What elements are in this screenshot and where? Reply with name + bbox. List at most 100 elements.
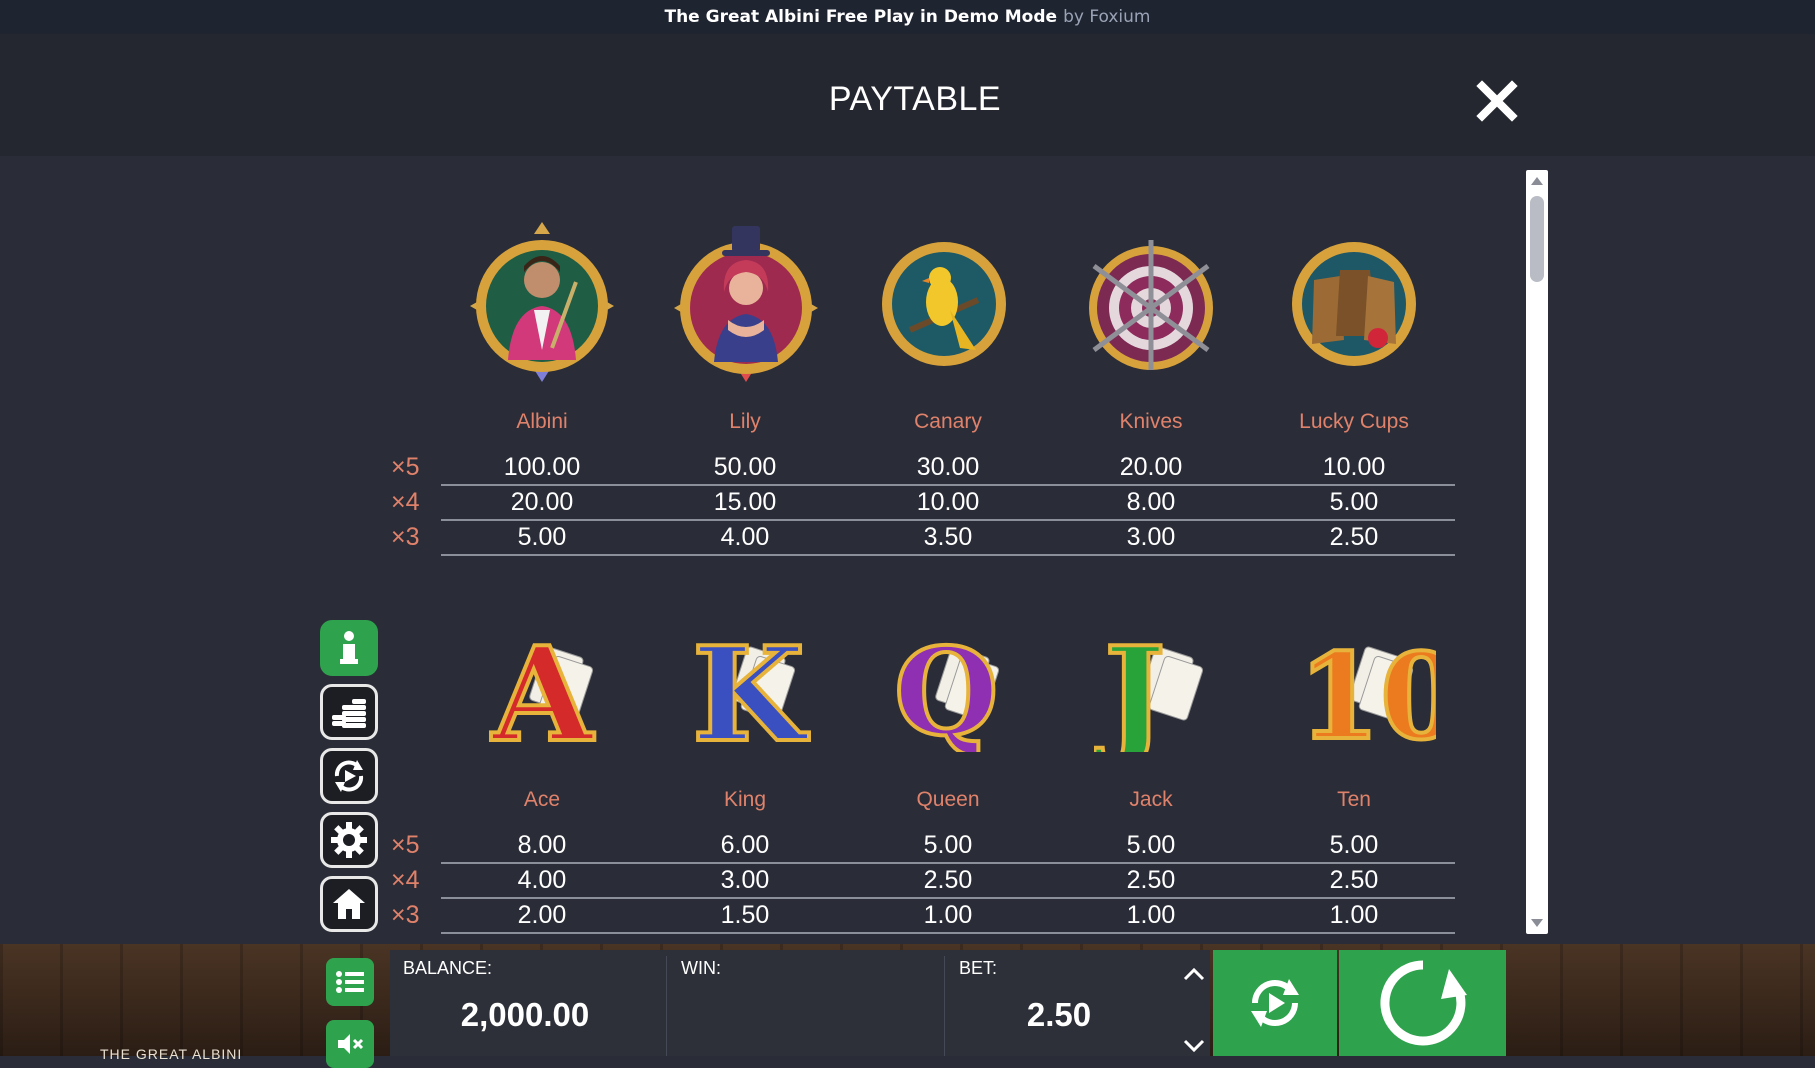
payout-value: 20.00 — [1119, 453, 1183, 481]
symbol-name-lucky-cups: Lucky Cups — [1299, 410, 1409, 433]
payout-value: 5.00 — [1329, 831, 1379, 859]
payout-value: 1.50 — [720, 901, 770, 929]
mute-icon — [338, 1034, 364, 1054]
row-divider — [441, 554, 1455, 556]
payout-value: 4.00 — [517, 866, 567, 894]
balance-value: 2,000.00 — [460, 996, 590, 1033]
payout-value: 5.00 — [1126, 831, 1176, 859]
bet-info-panel: BALANCE: 2,000.00 WIN: BET: 2.50 — [390, 950, 1210, 1056]
game-logo: THE GREAT ALBINI — [100, 1046, 243, 1062]
payout-value: 2.50 — [1329, 523, 1379, 551]
multiplier-x3: ×3 — [391, 523, 420, 551]
row-divider — [441, 484, 1455, 486]
scrollbar[interactable] — [1526, 170, 1548, 934]
payout-value: 5.00 — [517, 523, 567, 551]
list-icon — [336, 971, 364, 993]
payout-value: 1.00 — [1126, 901, 1176, 929]
king-symbol-icon: K — [686, 616, 816, 773]
payout-value: 1.00 — [923, 901, 973, 929]
home-icon — [333, 889, 365, 919]
svg-text:K: K — [692, 618, 809, 752]
row-divider — [441, 862, 1455, 864]
bet-decrease-button[interactable] — [1182, 1038, 1206, 1054]
payout-value: 4.00 — [720, 523, 770, 551]
scroll-down-icon[interactable] — [1530, 918, 1544, 928]
symbol-name-canary: Canary — [914, 410, 982, 433]
payout-value: 3.00 — [1126, 523, 1176, 551]
row-divider — [441, 897, 1455, 899]
row-divider — [441, 932, 1455, 934]
multiplier-x3: ×3 — [391, 901, 420, 929]
settings-button[interactable] — [320, 812, 378, 868]
demo-mode-banner: The Great Albini Free Play in Demo Mode … — [0, 0, 1815, 34]
win-label: WIN: — [681, 958, 721, 978]
symbol-name-knives: Knives — [1119, 410, 1183, 433]
payout-value: 30.00 — [916, 453, 980, 481]
gear-icon — [331, 822, 367, 858]
payout-value: 2.00 — [517, 901, 567, 929]
symbol-name-king: King — [723, 788, 767, 811]
chevron-down-icon — [1183, 1039, 1205, 1053]
ace-symbol-icon: A — [484, 616, 614, 773]
symbol-name-lily: Lily — [729, 410, 761, 433]
lucky-cups-symbol-icon — [1290, 240, 1418, 372]
close-icon — [1476, 80, 1518, 122]
symbol-name-queen: Queen — [916, 788, 980, 811]
payout-value: 3.50 — [923, 523, 973, 551]
coins-icon — [332, 699, 366, 728]
chevron-up-icon — [1183, 967, 1205, 981]
albini-symbol-icon — [468, 220, 616, 388]
symbol-name-jack: Jack — [1129, 788, 1173, 811]
payout-value: 8.00 — [517, 831, 567, 859]
close-button[interactable] — [1474, 78, 1520, 124]
autoplay-settings-button[interactable] — [320, 748, 378, 804]
svg-text:J: J — [1094, 618, 1166, 752]
autoplay-button[interactable] — [1213, 950, 1337, 1056]
info-button[interactable] — [320, 620, 378, 676]
svg-text:10: 10 — [1298, 627, 1436, 752]
multiplier-x4: ×4 — [391, 866, 420, 894]
queen-symbol-icon: Q — [890, 616, 1020, 765]
payout-value: 20.00 — [510, 488, 574, 516]
sound-button[interactable] — [326, 1020, 374, 1068]
svg-text:Q: Q — [894, 622, 999, 752]
bet-label: BET: — [959, 958, 998, 978]
multiplier-x4: ×4 — [391, 488, 420, 516]
page-title: PAYTABLE — [828, 80, 1002, 118]
paytable-header: PAYTABLE — [0, 34, 1815, 156]
multiplier-x5: ×5 — [391, 453, 420, 481]
multiplier-x5: ×5 — [391, 831, 420, 859]
payout-value: 1.00 — [1329, 901, 1379, 929]
spin-button[interactable] — [1339, 950, 1506, 1056]
jack-symbol-icon: J — [1092, 616, 1224, 773]
info-icon — [340, 631, 358, 664]
payout-value: 100.00 — [503, 453, 581, 481]
menu-button[interactable] — [326, 958, 374, 1006]
row-divider — [441, 519, 1455, 521]
payout-value: 15.00 — [713, 488, 777, 516]
symbol-name-ace: Ace — [523, 788, 561, 811]
balance-label: BALANCE: — [403, 958, 493, 978]
paytable-button[interactable] — [320, 684, 378, 740]
knives-symbol-icon — [1086, 238, 1216, 376]
symbol-name-albini: Albini — [516, 410, 568, 433]
game-title: The Great Albini Free Play in Demo Mode — [664, 7, 1058, 27]
payout-value: 6.00 — [720, 831, 770, 859]
payout-value: 5.00 — [923, 831, 973, 859]
payout-value: 10.00 — [916, 488, 980, 516]
payout-value: 2.50 — [923, 866, 973, 894]
svg-text:A: A — [490, 618, 595, 752]
payout-value: 3.00 — [720, 866, 770, 894]
symbol-name-ten: Ten — [1337, 788, 1371, 811]
scroll-thumb[interactable] — [1530, 196, 1544, 282]
lily-symbol-icon — [672, 222, 820, 390]
payout-value: 50.00 — [713, 453, 777, 481]
panel-divider — [666, 956, 667, 1056]
autoplay-icon — [1251, 979, 1299, 1027]
payout-value: 10.00 — [1322, 453, 1386, 481]
payout-value: 5.00 — [1329, 488, 1379, 516]
scroll-up-icon[interactable] — [1530, 176, 1544, 186]
home-button[interactable] — [320, 876, 378, 932]
bet-increase-button[interactable] — [1182, 966, 1206, 982]
payout-value: 2.50 — [1126, 866, 1176, 894]
